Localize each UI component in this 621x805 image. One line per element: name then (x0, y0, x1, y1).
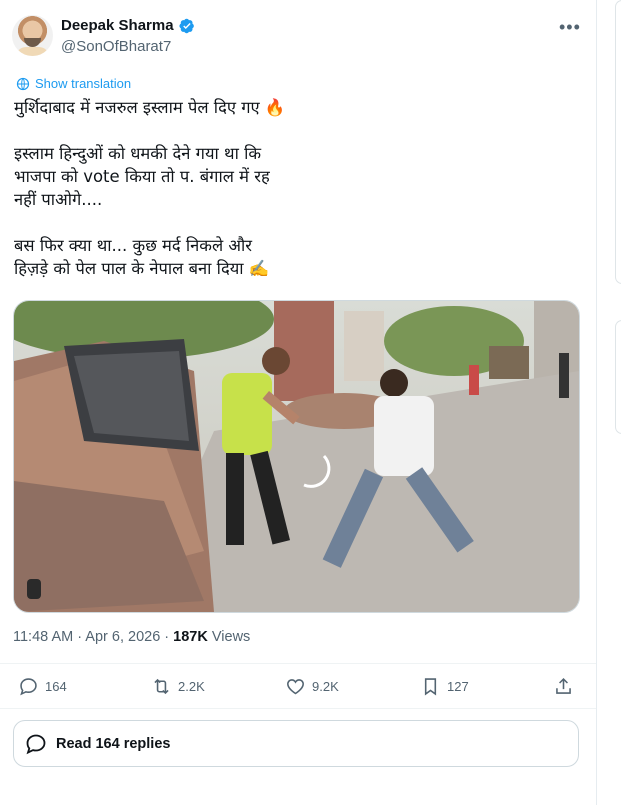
views-label: Views (207, 629, 251, 645)
divider-bottom (0, 708, 596, 709)
tweet-text: मुर्शिदाबाद में नजरुल इस्लाम पेल दिए गए … (14, 98, 286, 278)
post-card: Deepak Sharma @SonOfBharat7 ••• Show tra… (0, 0, 597, 805)
share-button[interactable] (553, 676, 574, 697)
sidebar-card-bottom (615, 320, 621, 434)
video-frame (14, 301, 579, 612)
meta-separator-2: · (160, 629, 174, 645)
like-button[interactable]: 9.2K (285, 676, 339, 697)
reply-icon (20, 678, 37, 696)
share-icon (556, 677, 571, 694)
sidebar-card-top (615, 0, 621, 284)
read-replies-button[interactable]: Read 164 replies (13, 720, 579, 767)
avatar-beard (24, 38, 41, 47)
repost-button[interactable]: 2.2K (151, 676, 205, 697)
post-date[interactable]: Apr 6, 2026 (85, 629, 160, 645)
translate-globe-icon (16, 77, 30, 90)
author-display-name[interactable]: Deepak Sharma (61, 17, 174, 34)
bookmark-count: 127 (447, 679, 469, 694)
action-bar: 164 2.2K 9.2K 127 (0, 676, 596, 702)
repost-icon (154, 678, 169, 695)
author-handle[interactable]: @SonOfBharat7 (61, 38, 171, 55)
avatar-shirt (16, 47, 49, 56)
bookmark-icon (424, 678, 437, 696)
reply-icon (26, 734, 46, 754)
show-translation-link[interactable]: Show translation (16, 76, 131, 91)
meta-separator: · (73, 629, 86, 645)
divider-top (0, 663, 596, 664)
avatar[interactable] (12, 15, 53, 56)
video-media[interactable] (13, 300, 580, 613)
more-horizontal-icon[interactable]: ••• (559, 17, 581, 38)
post-time[interactable]: 11:48 AM (13, 629, 73, 645)
repost-count: 2.2K (178, 679, 205, 694)
bookmark-button[interactable]: 127 (420, 676, 469, 697)
verified-badge-icon (178, 18, 194, 33)
reply-button[interactable]: 164 (18, 676, 67, 697)
read-replies-label: Read 164 replies (56, 735, 171, 752)
post-meta: 11:48 AM · Apr 6, 2026 · 187K Views (13, 629, 250, 645)
author-name-row: Deepak Sharma (61, 17, 195, 34)
heart-icon (287, 679, 304, 695)
show-translation-label: Show translation (35, 76, 132, 91)
like-count: 9.2K (312, 679, 339, 694)
reply-count: 164 (45, 679, 67, 694)
views-count: 187K (173, 629, 208, 645)
